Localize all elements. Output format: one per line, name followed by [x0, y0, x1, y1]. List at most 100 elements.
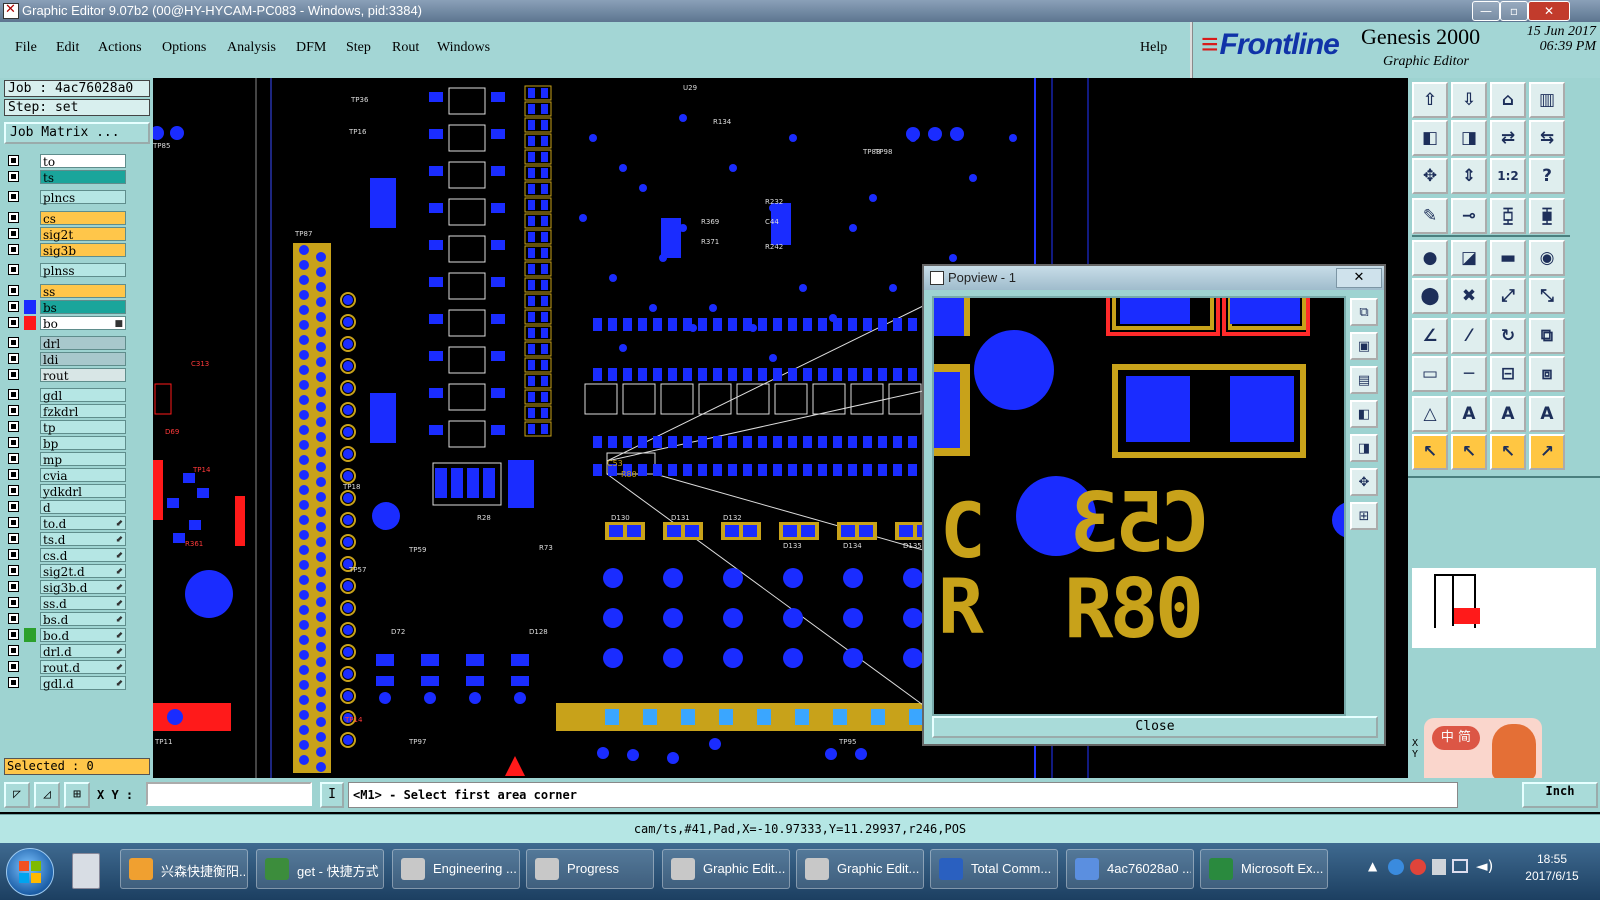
popview-fit-button[interactable]: ✥: [1350, 468, 1378, 496]
cursor-icon[interactable]: I: [320, 782, 344, 808]
layer-checkbox[interactable]: [8, 517, 19, 528]
menu-help[interactable]: Help: [1140, 40, 1167, 56]
grid-tool-icon[interactable]: ⊞: [64, 782, 90, 808]
start-button[interactable]: [6, 848, 54, 896]
layer-name[interactable]: drl: [40, 336, 126, 351]
layer-row-ss-d[interactable]: ss.d ⬋: [6, 596, 126, 611]
maximize-button[interactable]: ▫: [1500, 1, 1528, 21]
line-icon[interactable]: ─: [1451, 356, 1487, 392]
layer-name[interactable]: rout.d ⬋: [40, 660, 126, 675]
layer-name[interactable]: gdl: [40, 388, 126, 403]
text-c-icon[interactable]: A: [1529, 396, 1565, 432]
layer-name[interactable]: bs: [40, 300, 126, 315]
layer-checkbox[interactable]: [8, 485, 19, 496]
angle-icon[interactable]: ∠: [1412, 318, 1448, 354]
layer-name[interactable]: bo.d ⬋: [40, 628, 126, 643]
menu-edit[interactable]: Edit: [56, 40, 79, 56]
layer-checkbox[interactable]: [8, 661, 19, 672]
taskbar-item[interactable]: 4ac76028a0 ...: [1066, 849, 1194, 889]
layer-row-bp[interactable]: bp: [6, 436, 126, 451]
layer-name[interactable]: bp: [40, 436, 126, 451]
popview-close-button[interactable]: Close: [932, 716, 1378, 738]
layer-name[interactable]: to: [40, 154, 126, 169]
select-multi-icon[interactable]: ↗: [1529, 434, 1565, 470]
layer-row-tp[interactable]: tp: [6, 420, 126, 435]
select-icon[interactable]: ↖: [1412, 434, 1448, 470]
frame-icon[interactable]: ⊟: [1490, 356, 1526, 392]
layer-row-drl-d[interactable]: drl.d ⬋: [6, 644, 126, 659]
layer-checkbox[interactable]: [8, 389, 19, 400]
snap-tool-icon[interactable]: ◿: [34, 782, 60, 808]
layer-row-bs[interactable]: bs: [6, 300, 126, 315]
swap-left-icon[interactable]: ⇄: [1490, 120, 1526, 156]
popview-canvas[interactable]: C53 R80 C R: [932, 296, 1346, 716]
layer-checkbox[interactable]: [8, 353, 19, 364]
layer-checkbox[interactable]: [8, 645, 19, 656]
layer-row-ts-d[interactable]: ts.d ⬋: [6, 532, 126, 547]
tray-display-icon[interactable]: [1452, 859, 1468, 873]
layer-name[interactable]: drl.d ⬋: [40, 644, 126, 659]
copy-icon[interactable]: ⤡: [1529, 278, 1565, 314]
pan-right-icon[interactable]: ◨: [1451, 120, 1487, 156]
taskbar-item[interactable]: Graphic Edit...: [796, 849, 924, 889]
layer-a-icon[interactable]: ⧮: [1490, 198, 1526, 234]
tray-volume-icon[interactable]: ◄): [1476, 857, 1493, 875]
layer-name[interactable]: ts.d ⬋: [40, 532, 126, 547]
layer-name[interactable]: gdl.d ⬋: [40, 676, 126, 691]
layer-checkbox[interactable]: [8, 453, 19, 464]
node-icon[interactable]: ⬤: [1412, 278, 1448, 314]
layer-name[interactable]: ldi: [40, 352, 126, 367]
layer-checkbox[interactable]: [8, 437, 19, 448]
layer-name[interactable]: cs.d ⬋: [40, 548, 126, 563]
popview-center-button[interactable]: ⊞: [1350, 502, 1378, 530]
layer-checkbox[interactable]: [8, 629, 19, 640]
menu-options[interactable]: Options: [162, 40, 206, 56]
taskbar-item[interactable]: Progress: [526, 849, 654, 889]
fit-window-icon[interactable]: ✥: [1412, 158, 1448, 194]
draw-icon[interactable]: ✎: [1412, 198, 1448, 234]
layer-name[interactable]: sig3b: [40, 243, 126, 258]
popview-zoom-out-button[interactable]: ▤: [1350, 366, 1378, 394]
layer-checkbox[interactable]: [8, 677, 19, 688]
layer-row-ts[interactable]: ts: [6, 170, 126, 185]
layer-checkbox[interactable]: [8, 337, 19, 348]
close-window-button[interactable]: ✕: [1528, 1, 1570, 21]
menu-rout[interactable]: Rout: [392, 40, 419, 56]
layer-checkbox[interactable]: [8, 405, 19, 416]
layer-checkbox[interactable]: [8, 597, 19, 608]
layer-name[interactable]: ts: [40, 170, 126, 185]
unit-button[interactable]: Inch: [1522, 782, 1598, 808]
slash-icon[interactable]: ⁄: [1451, 318, 1487, 354]
popview-zoom-window-button[interactable]: ⧉: [1350, 298, 1378, 326]
fill-icon[interactable]: ⧉: [1529, 318, 1565, 354]
layer-name[interactable]: cvia: [40, 468, 126, 483]
layer-row-to[interactable]: to: [6, 154, 126, 169]
rotate-icon[interactable]: ↻: [1490, 318, 1526, 354]
layer-name[interactable]: to.d ⬋: [40, 516, 126, 531]
ruler-icon[interactable]: ▬: [1490, 240, 1526, 276]
layer-row-sig3b-d[interactable]: sig3b.d ⬋: [6, 580, 126, 595]
layer-name[interactable]: ss: [40, 284, 126, 299]
minimize-button[interactable]: —: [1472, 1, 1500, 21]
menu-analysis[interactable]: Analysis: [227, 40, 276, 56]
swap-right-icon[interactable]: ⇆: [1529, 120, 1565, 156]
home-icon[interactable]: ⌂: [1490, 82, 1526, 118]
zoom-fit-icon[interactable]: ▥: [1529, 82, 1565, 118]
quick-launch-icon[interactable]: [72, 853, 100, 889]
layer-row-drl[interactable]: drl: [6, 336, 126, 351]
menu-file[interactable]: File: [15, 40, 37, 56]
taskbar-item[interactable]: Graphic Edit...: [662, 849, 790, 889]
taskbar-item[interactable]: get - 快捷方式: [256, 849, 384, 889]
layer-row-to-d[interactable]: to.d ⬋: [6, 516, 126, 531]
layer-checkbox[interactable]: [8, 244, 19, 255]
layer-name[interactable]: rout: [40, 368, 126, 383]
xy-input[interactable]: [146, 782, 312, 806]
layer-checkbox[interactable]: [8, 155, 19, 166]
layer-row-sig2t[interactable]: sig2t: [6, 227, 126, 242]
layer-checkbox[interactable]: [8, 501, 19, 512]
layer-row-bs-d[interactable]: bs.d ⬋: [6, 612, 126, 627]
layer-row-rout[interactable]: rout: [6, 368, 126, 383]
layer-row-bo[interactable]: bo ■: [6, 316, 126, 331]
layer-checkbox[interactable]: [8, 191, 19, 202]
rect-icon[interactable]: ▭: [1412, 356, 1448, 392]
